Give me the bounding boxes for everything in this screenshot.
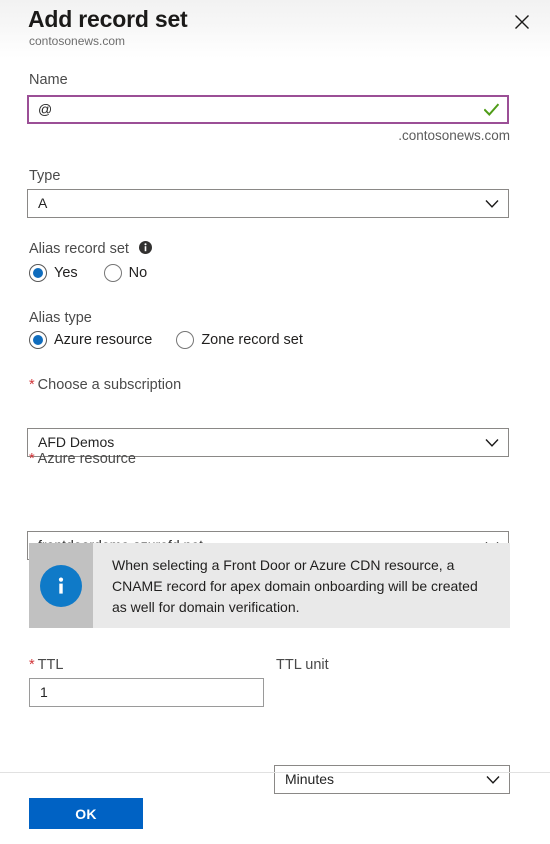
- info-banner-text: When selecting a Front Door or Azure CDN…: [112, 557, 478, 615]
- alias-type-option-zone-record-set[interactable]: Zone record set: [176, 331, 303, 349]
- alias-record-set-label: Alias record set: [29, 240, 152, 260]
- alias-record-set-option-no-label: No: [128, 265, 148, 281]
- alias-record-set-radio-group: Yes No: [29, 264, 147, 282]
- add-record-set-blade: Add record set contosonews.com Name @ .c…: [0, 0, 550, 844]
- azure-resource-label-text: Azure resource: [37, 451, 136, 467]
- subscription-dropdown-value: AFD Demos: [38, 434, 115, 450]
- radio-mark-icon: [29, 264, 47, 282]
- ttl-label-text: TTL: [37, 657, 64, 673]
- close-button[interactable]: [506, 6, 538, 38]
- type-dropdown[interactable]: A: [27, 189, 509, 218]
- alias-record-set-option-no[interactable]: No: [103, 264, 148, 282]
- ok-button[interactable]: OK: [29, 798, 143, 829]
- ttl-input[interactable]: 1: [29, 678, 264, 707]
- radio-mark-icon: [176, 331, 195, 349]
- subscription-label-text: Choose a subscription: [37, 377, 182, 393]
- name-input-value: @: [38, 101, 53, 117]
- footer-divider: [0, 772, 550, 773]
- alias-type-radio-group: Azure resource Zone record set: [29, 331, 303, 349]
- ttl-unit-dropdown[interactable]: Minutes: [274, 765, 510, 794]
- radio-mark-icon: [29, 331, 47, 349]
- zone-name-subtitle: contosonews.com: [29, 34, 126, 48]
- ttl-input-value: 1: [40, 684, 48, 700]
- required-asterisk: *: [29, 657, 35, 673]
- alias-type-label: Alias type: [29, 310, 92, 326]
- alias-record-set-option-yes-label: Yes: [54, 265, 78, 281]
- radio-mark-icon: [103, 264, 122, 282]
- blade-content: Name @ .contosonews.com Type A Alias rec…: [0, 58, 550, 794]
- info-banner-icon-cell: [29, 543, 93, 628]
- ttl-label: * TTL: [29, 656, 63, 675]
- required-asterisk: *: [29, 377, 35, 393]
- name-label: Name: [29, 72, 68, 88]
- alias-type-option-azure-resource-label: Azure resource: [54, 332, 153, 348]
- alias-record-set-label-text: Alias record set: [29, 241, 129, 257]
- blade-header: Add record set contosonews.com: [0, 0, 550, 58]
- ttl-unit-dropdown-value: Minutes: [285, 771, 335, 787]
- close-icon: [514, 14, 530, 30]
- page-title: Add record set: [28, 6, 188, 32]
- alias-type-option-zone-record-set-label: Zone record set: [201, 332, 303, 348]
- type-label: Type: [29, 168, 61, 184]
- required-asterisk: *: [29, 451, 35, 467]
- alias-record-set-option-yes[interactable]: Yes: [29, 264, 78, 282]
- info-icon[interactable]: [138, 241, 152, 260]
- info-banner: When selecting a Front Door or Azure CDN…: [29, 543, 510, 628]
- subscription-label: * Choose a subscription: [29, 376, 181, 395]
- name-input[interactable]: @: [27, 95, 509, 124]
- chevron-down-icon: [485, 438, 499, 447]
- chevron-down-icon: [486, 775, 500, 784]
- checkmark-icon: [483, 102, 500, 116]
- type-dropdown-value: A: [38, 195, 48, 211]
- alias-type-option-azure-resource[interactable]: Azure resource: [29, 331, 152, 349]
- info-icon: [40, 564, 82, 607]
- name-suffix: .contosonews.com: [398, 128, 510, 143]
- chevron-down-icon: [485, 199, 499, 208]
- azure-resource-label: * Azure resource: [29, 450, 136, 469]
- ttl-unit-label: TTL unit: [276, 657, 329, 673]
